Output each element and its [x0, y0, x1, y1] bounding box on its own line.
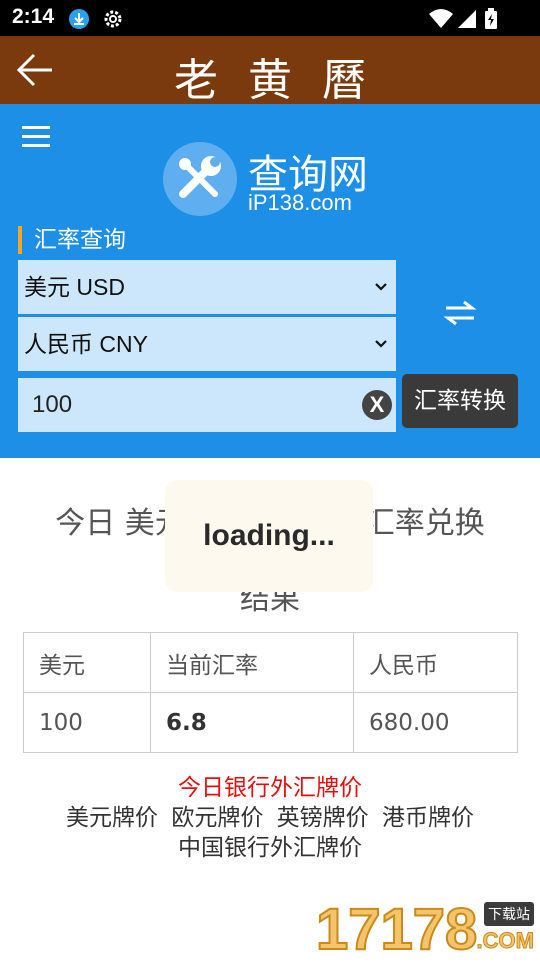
from-currency-value: 美元 USD [24, 274, 125, 300]
to-currency-select[interactable]: 人民币 CNY [18, 317, 396, 371]
status-time: 2:14 [12, 5, 55, 28]
watermark-logo: 17178 下载站 .COM [315, 896, 540, 963]
bank-rates-link[interactable]: 今日银行外汇牌价 [0, 768, 540, 802]
cellular-icon [456, 8, 478, 34]
rates-table: 美元 当前汇率 人民币 100 6.8 680.00 [23, 632, 518, 753]
from-currency-select[interactable]: 美元 USD [18, 260, 396, 314]
loading-overlay: loading... [165, 480, 373, 592]
convert-button[interactable]: 汇率转换 [402, 374, 518, 428]
table-cell: 100 [23, 692, 151, 753]
amount-value: 100 [32, 391, 73, 418]
table-header: 人民币 [353, 632, 518, 693]
logo-domain: iP138.com [248, 190, 352, 215]
table-header: 美元 [23, 632, 151, 693]
watermark-number: 17178 [315, 896, 478, 963]
battery-icon [484, 8, 498, 34]
section-label: 汇率查询 [18, 226, 126, 254]
watermark-domain: .COM [476, 928, 534, 954]
table-cell: 680.00 [353, 692, 518, 753]
swap-currencies-button[interactable] [440, 298, 480, 328]
to-currency-value: 人民币 CNY [24, 331, 148, 357]
download-icon [68, 8, 90, 34]
tools-logo-icon [163, 142, 237, 216]
table-cell: 6.8 [150, 692, 354, 753]
status-bar: 2:14 [0, 0, 540, 36]
table-row: 100 6.8 680.00 [23, 692, 518, 753]
wifi-icon [428, 8, 454, 34]
boc-rates-link[interactable]: 中国银行外汇牌价 [0, 828, 540, 862]
clear-input-button[interactable]: X [362, 390, 392, 420]
settings-icon [102, 8, 124, 34]
table-header-row: 美元 当前汇率 人民币 [23, 632, 518, 693]
swap-arrows-icon [443, 300, 477, 326]
page-title: 老黄曆 [174, 55, 396, 106]
rate-links: 美元牌价 欧元牌价 英镑牌价 港币牌价 [0, 798, 540, 832]
loading-text: loading... [203, 519, 335, 552]
table-header: 当前汇率 [150, 632, 354, 693]
hamburger-menu-icon[interactable] [22, 126, 50, 150]
watermark-badge: 下载站 [484, 902, 534, 926]
app-title-bar: 老黄曆 [0, 36, 540, 106]
result-heading-right: 汇率兑换 [364, 506, 485, 541]
amount-input[interactable]: 100 [18, 378, 396, 432]
